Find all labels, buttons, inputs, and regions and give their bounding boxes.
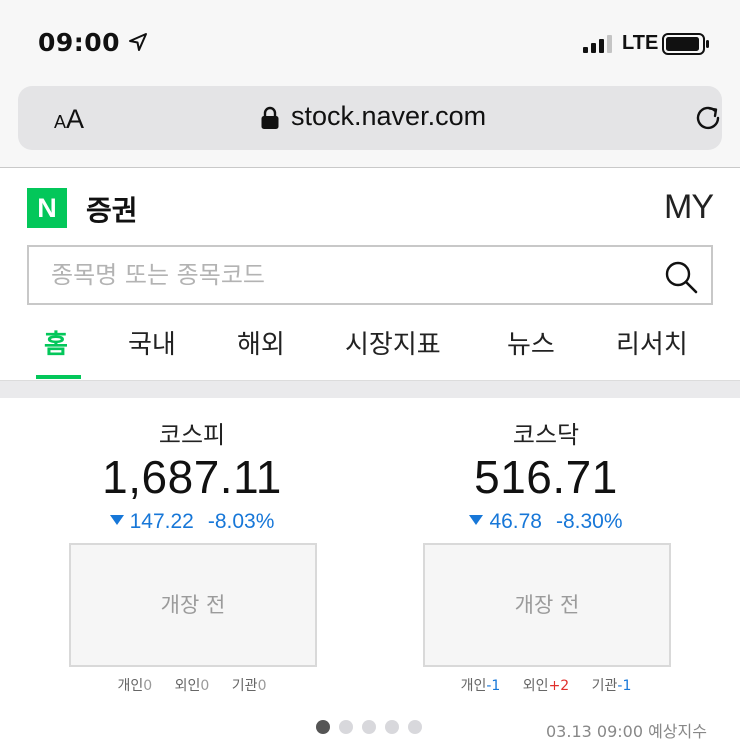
investor-value: -1 bbox=[486, 678, 501, 694]
cellular-signal-icon bbox=[583, 35, 612, 53]
chart-status-label: 개장 전 bbox=[160, 593, 226, 617]
investor-value: 0 bbox=[200, 678, 210, 694]
search-input[interactable] bbox=[29, 247, 649, 303]
chart-placeholder[interactable]: 개장 전 bbox=[69, 543, 317, 667]
investor-individual: 개인0 bbox=[118, 675, 153, 695]
lock-icon bbox=[261, 106, 279, 129]
investor-summary: 개인0 외인0 기관0 bbox=[42, 675, 342, 695]
index-change: 147.22 -8.03% bbox=[42, 510, 342, 534]
search-box bbox=[27, 245, 713, 305]
index-name: 코스피 bbox=[158, 421, 226, 449]
investor-value: 0 bbox=[143, 678, 153, 694]
pager-dot[interactable] bbox=[339, 720, 353, 734]
investor-label: 기관 bbox=[591, 678, 618, 694]
reload-icon[interactable] bbox=[694, 104, 724, 134]
status-time: 09:00 bbox=[38, 28, 121, 57]
naver-logo[interactable]: N bbox=[27, 188, 67, 228]
battery-icon bbox=[662, 33, 709, 55]
index-value: 1,687.11 bbox=[102, 451, 282, 503]
active-tab-indicator bbox=[36, 375, 81, 379]
status-bar: 09:00 LTE bbox=[0, 0, 740, 86]
my-button[interactable]: MY bbox=[664, 188, 714, 227]
investor-summary: 개인-1 외인+2 기관-1 bbox=[396, 675, 696, 695]
change-points: 147.22 bbox=[129, 510, 194, 533]
url-text[interactable]: stock.naver.com bbox=[291, 101, 486, 132]
tab-market-indicators[interactable]: 시장지표 bbox=[345, 324, 441, 361]
change-percent: -8.03% bbox=[207, 510, 275, 533]
pager-dot[interactable] bbox=[316, 720, 330, 734]
tab-overseas[interactable]: 해외 bbox=[237, 324, 285, 361]
investor-institution: 기관-1 bbox=[592, 675, 632, 695]
location-arrow-icon bbox=[129, 33, 147, 51]
change-percent: -8.30% bbox=[556, 510, 623, 533]
index-change: 46.78 -8.30% bbox=[396, 510, 696, 534]
chart-placeholder[interactable]: 개장 전 bbox=[423, 543, 671, 667]
tab-research[interactable]: 리서치 bbox=[616, 324, 688, 361]
index-name: 코스닥 bbox=[512, 421, 580, 449]
down-triangle-icon bbox=[469, 515, 484, 525]
network-type: LTE bbox=[622, 32, 659, 54]
text-size-small-label: A bbox=[54, 112, 67, 132]
text-size-large-label: A bbox=[66, 104, 85, 134]
investor-foreign: 외인0 bbox=[175, 675, 210, 695]
main-tabs: 홈 국내 해외 시장지표 뉴스 리서치 bbox=[0, 318, 740, 380]
investor-label: 기관 bbox=[231, 678, 258, 694]
search-icon[interactable] bbox=[663, 259, 699, 295]
chart-status-label: 개장 전 bbox=[514, 593, 580, 617]
pager-dot[interactable] bbox=[362, 720, 376, 734]
investor-label: 개인 bbox=[460, 678, 487, 694]
investor-label: 외인 bbox=[174, 678, 201, 694]
investor-value: 0 bbox=[257, 678, 267, 694]
down-triangle-icon bbox=[109, 515, 124, 525]
investor-foreign: 외인+2 bbox=[523, 675, 569, 695]
text-size-button[interactable]: AA bbox=[54, 104, 84, 135]
pager-dot[interactable] bbox=[408, 720, 422, 734]
investor-value: +2 bbox=[548, 678, 570, 694]
pager-dot[interactable] bbox=[385, 720, 399, 734]
browser-toolbar: AA stock.naver.com bbox=[0, 86, 740, 168]
tab-news[interactable]: 뉴스 bbox=[507, 324, 555, 361]
site-name[interactable]: 증권 bbox=[86, 189, 138, 229]
section-divider bbox=[0, 380, 740, 398]
change-points: 46.78 bbox=[489, 510, 542, 533]
tab-domestic[interactable]: 국내 bbox=[128, 324, 176, 361]
investor-institution: 기관0 bbox=[232, 675, 267, 695]
tab-home[interactable]: 홈 bbox=[44, 324, 68, 361]
index-value: 516.71 bbox=[474, 451, 618, 503]
investor-value: -1 bbox=[617, 678, 632, 694]
address-bar[interactable]: AA stock.naver.com bbox=[18, 86, 722, 150]
investor-label: 외인 bbox=[522, 678, 549, 694]
expected-index-note: 03.13 09:00 예상지수 bbox=[546, 722, 707, 740]
investor-individual: 개인-1 bbox=[461, 675, 501, 695]
investor-label: 개인 bbox=[117, 678, 144, 694]
